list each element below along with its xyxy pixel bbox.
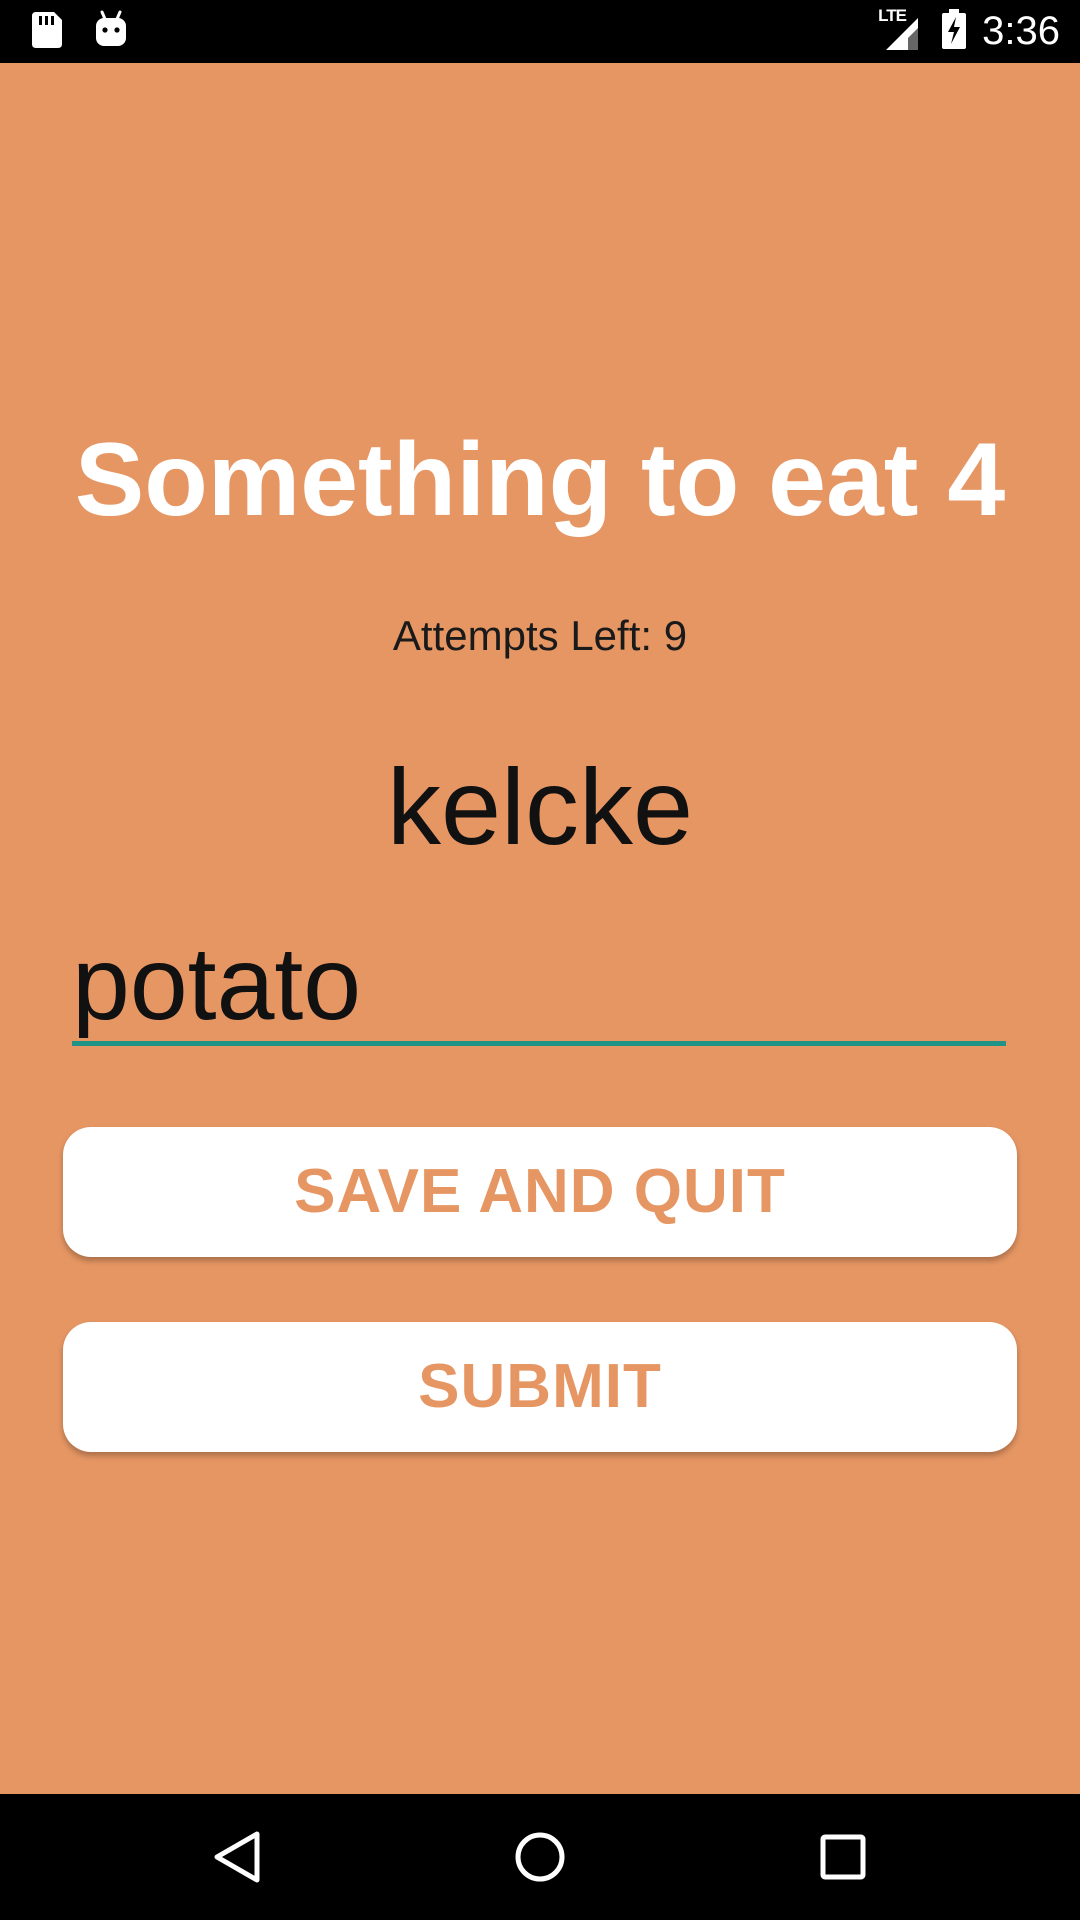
submit-button[interactable]: SUBMIT — [63, 1322, 1017, 1452]
sd-card-icon — [30, 10, 64, 55]
clock: 3:36 — [982, 9, 1060, 53]
back-icon[interactable] — [167, 1794, 307, 1920]
input-underline — [72, 1041, 1006, 1046]
guess-field[interactable] — [72, 930, 1006, 1046]
status-bar: LTE 3:36 — [0, 0, 1080, 63]
guess-input[interactable] — [72, 930, 1006, 1038]
save-and-quit-button[interactable]: SAVE AND QUIT — [63, 1127, 1017, 1257]
signal-icon: LTE — [878, 6, 926, 52]
level-title: Something to eat 4 — [74, 422, 1006, 538]
battery-charging-icon — [940, 9, 968, 54]
scrambled-word: kelcke — [386, 746, 694, 867]
navigation-bar — [0, 1794, 1080, 1920]
home-icon[interactable] — [470, 1794, 610, 1920]
attempts-left-label: Attempts Left: 9 — [392, 612, 688, 659]
android-icon — [94, 10, 128, 55]
recents-icon[interactable] — [773, 1794, 913, 1920]
